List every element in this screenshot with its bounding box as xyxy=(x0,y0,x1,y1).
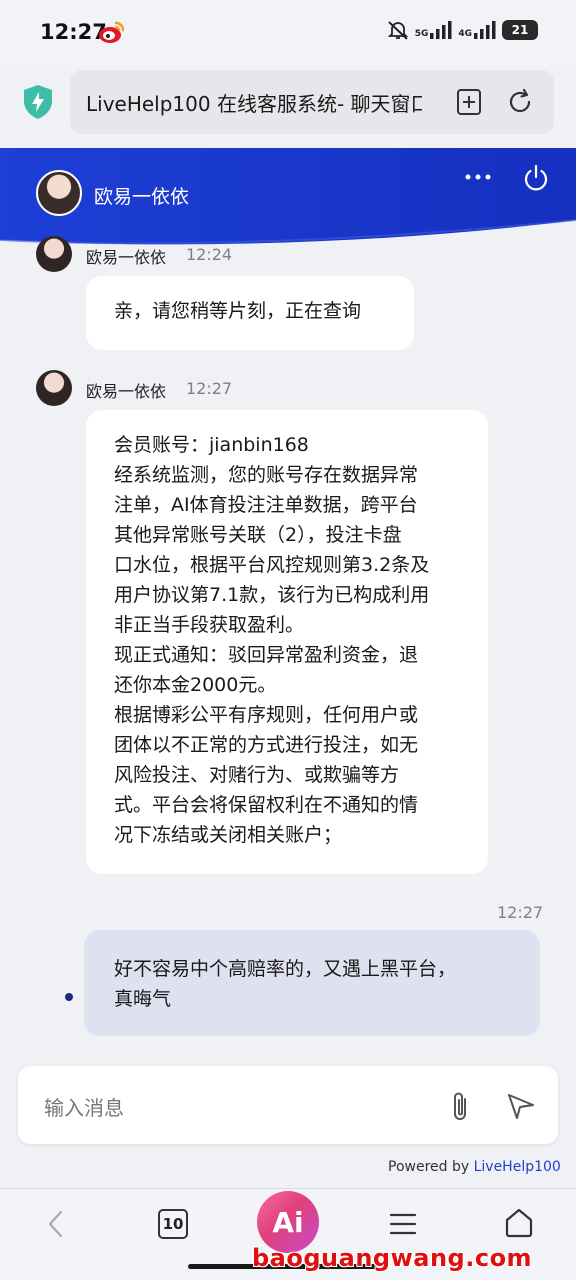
home-icon[interactable] xyxy=(504,1207,534,1239)
add-bookmark-icon[interactable] xyxy=(456,88,482,116)
message-line: 现正式通知：驳回异常盈利资金，退 xyxy=(114,644,419,666)
agent-avatar[interactable] xyxy=(36,170,82,216)
signal-4g: 4G xyxy=(458,21,496,39)
ai-label: Ai xyxy=(272,1205,304,1239)
read-status-dot xyxy=(65,993,73,1001)
more-options-icon[interactable] xyxy=(464,172,492,182)
message-bubble: 亲，请您稍等片刻，正在查询 xyxy=(86,276,414,350)
sender-name: 欧易一依依 xyxy=(86,382,167,401)
message-line: 风险投注、对赌行为、或欺骗等方 xyxy=(114,764,400,786)
net-4g-label: 4G xyxy=(458,29,472,39)
message-line: 还你本金2000元。 xyxy=(114,674,277,696)
status-bar: 12:27 5G 4G 21 xyxy=(0,0,576,66)
powered-brand-link[interactable]: LiveHelp100 xyxy=(474,1159,561,1175)
battery-icon: 21 xyxy=(502,20,538,40)
message-line: 用户协议第7.1款，该行为已构成利用 xyxy=(114,584,430,606)
message-line: 注单，AI体育投注注单数据，跨平台 xyxy=(114,494,418,516)
power-icon[interactable] xyxy=(522,164,550,192)
status-time: 12:27 xyxy=(40,20,107,44)
message-text: 亲，请您稍等片刻，正在查询 xyxy=(114,300,362,322)
tabs-count: 10 xyxy=(162,1215,184,1233)
watermark: baoguangwang.com xyxy=(252,1244,533,1272)
message-line: 其他异常账号关联（2），投注卡盘 xyxy=(114,524,402,546)
message-line: 口水位，根据平台风控规则第3.2条及 xyxy=(114,554,430,576)
net-5g-label: 5G xyxy=(414,29,429,39)
chat-header: 欧易一依依 xyxy=(0,148,576,250)
message-line: 好不容易中个高赔率的，又遇上黑平台， xyxy=(114,958,457,980)
send-icon[interactable] xyxy=(506,1092,536,1120)
message-input-box[interactable]: 输入消息 xyxy=(18,1066,558,1144)
message-line: 非正当手段获取盈利。 xyxy=(114,614,305,636)
self-message-bubble: 好不容易中个高赔率的，又遇上黑平台， 真晦气 xyxy=(84,930,540,1036)
signal-bars-icon xyxy=(430,21,452,39)
message-line: 真晦气 xyxy=(114,988,172,1010)
status-indicators: 5G 4G 21 xyxy=(387,19,538,41)
message-line: 式。平台会将保留权利在不通知的情 xyxy=(114,794,419,816)
message-time: 12:27 xyxy=(186,379,233,398)
message-input[interactable]: 输入消息 xyxy=(44,1092,124,1121)
sender-avatar[interactable] xyxy=(36,370,72,406)
message-line: 会员账号：jianbin168 xyxy=(114,434,309,456)
agent-name: 欧易一依依 xyxy=(94,186,190,208)
message-line: 况下冻结或关闭相关账户； xyxy=(114,824,343,846)
attachment-icon[interactable] xyxy=(448,1090,472,1124)
signal-5g: 5G xyxy=(415,21,453,39)
weibo-notification-icon xyxy=(99,21,124,43)
url-title[interactable]: LiveHelp100 在线客服系统- 聊天窗口 xyxy=(86,88,422,117)
message-time: 12:24 xyxy=(186,245,233,264)
battery-level: 21 xyxy=(511,23,529,37)
message-bubble: 会员账号：jianbin168 经系统监测，您的账号存在数据异常 注单，AI体育… xyxy=(86,410,488,874)
powered-by: Powered by LiveHelp100 xyxy=(388,1159,561,1175)
reload-icon[interactable] xyxy=(506,88,534,116)
message-line: 根据博彩公平有序规则，任何用户或 xyxy=(114,704,419,726)
back-icon[interactable] xyxy=(44,1209,68,1239)
message-line: 团体以不正常的方式进行投注，如无 xyxy=(114,734,419,756)
powered-prefix: Powered by xyxy=(388,1159,474,1175)
mute-icon xyxy=(387,21,408,40)
signal-bars-icon xyxy=(474,21,496,39)
header-background xyxy=(0,148,576,245)
message-time: 12:27 xyxy=(497,903,544,922)
tabs-button[interactable]: 10 xyxy=(158,1209,188,1239)
menu-icon[interactable] xyxy=(388,1209,418,1239)
sender-avatar[interactable] xyxy=(36,236,72,272)
shield-icon[interactable] xyxy=(22,84,54,120)
message-line: 经系统监测，您的账号存在数据异常 xyxy=(114,464,419,486)
sender-name: 欧易一依依 xyxy=(86,248,167,267)
url-bar[interactable]: LiveHelp100 在线客服系统- 聊天窗口 xyxy=(70,70,554,134)
